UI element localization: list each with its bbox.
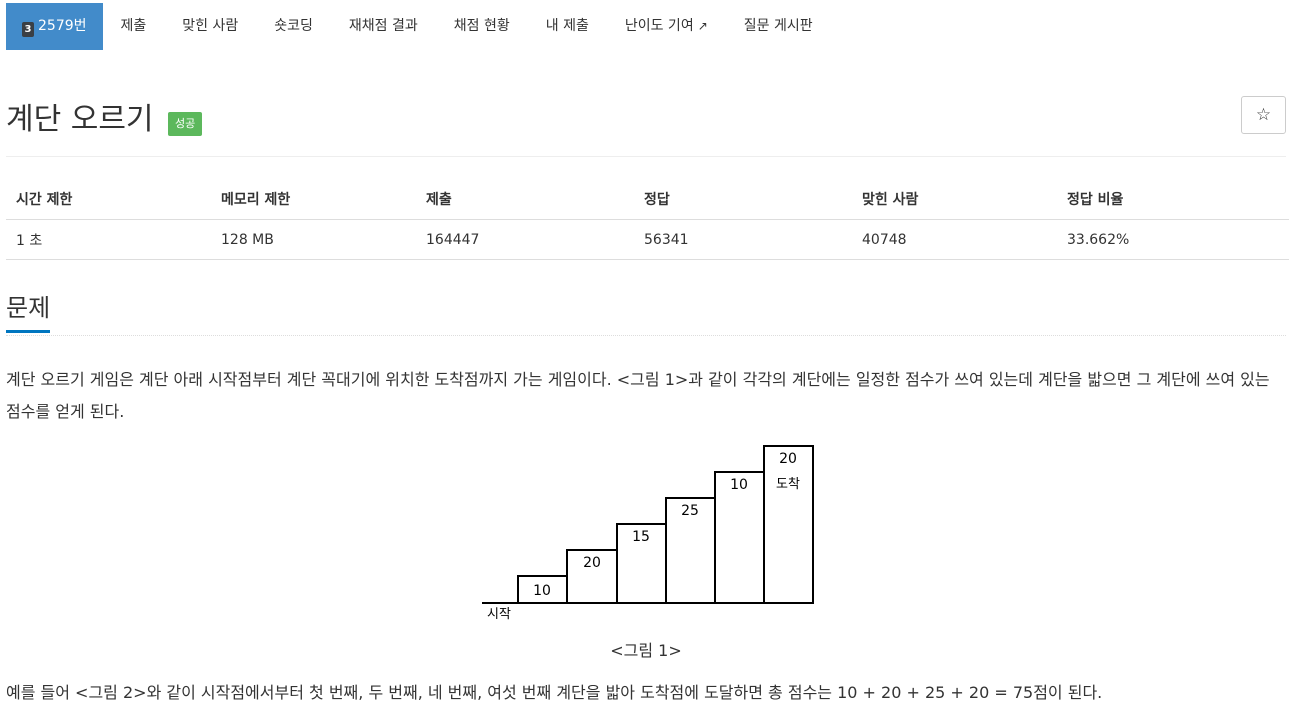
star-button[interactable]: ☆ bbox=[1241, 96, 1286, 134]
step-6 bbox=[763, 445, 814, 604]
step-5-score: 10 bbox=[730, 477, 748, 493]
end-label: 도착 bbox=[776, 477, 800, 492]
step-4-score: 25 bbox=[681, 503, 699, 519]
tab-status[interactable]: 채점 현황 bbox=[436, 3, 528, 50]
header-accepted: 정답 bbox=[634, 180, 852, 220]
problem-info-table: 시간 제한 메모리 제한 제출 정답 맞힌 사람 정답 비율 1 초 128 M… bbox=[6, 180, 1289, 260]
tab-difficulty-contribution[interactable]: 난이도 기여 ↗ bbox=[607, 3, 726, 50]
header-memory-limit: 메모리 제한 bbox=[211, 180, 416, 220]
tab-problem[interactable]: 3 2579번 bbox=[6, 3, 103, 50]
section-title: 문제 bbox=[6, 294, 51, 333]
time-limit-value: 1 초 bbox=[6, 219, 211, 260]
external-link-icon: ↗ bbox=[697, 19, 708, 33]
solved-users-value: 40748 bbox=[852, 219, 1057, 260]
tier-icon: 3 bbox=[22, 22, 34, 37]
tab-rejudge-results[interactable]: 재채점 결과 bbox=[331, 3, 436, 50]
tab-solved-users[interactable]: 맞힌 사람 bbox=[164, 3, 256, 50]
tab-short-coding[interactable]: 숏코딩 bbox=[256, 3, 331, 50]
table-header-row: 시간 제한 메모리 제한 제출 정답 맞힌 사람 정답 비율 bbox=[6, 180, 1289, 220]
step-6-score: 20 bbox=[779, 451, 797, 467]
tab-submit[interactable]: 제출 bbox=[103, 3, 165, 50]
figure-caption: <그림 1> bbox=[610, 641, 682, 660]
tab-difficulty-label: 난이도 기여 bbox=[624, 18, 694, 34]
header-time-limit: 시간 제한 bbox=[6, 180, 211, 220]
problem-title: 계단 오르기 bbox=[6, 102, 154, 137]
tab-problem-label: 2579번 bbox=[38, 18, 87, 34]
problem-description: 계단 오르기 게임은 계단 아래 시작점부터 계단 꼭대기에 위치한 도착점까지… bbox=[6, 370, 1270, 421]
problem-header: 계단 오르기 성공 ☆ bbox=[6, 92, 1286, 157]
start-label: 시작 bbox=[487, 607, 511, 622]
table-row: 1 초 128 MB 164447 56341 40748 33.662% bbox=[6, 219, 1289, 260]
section-header: 문제 bbox=[6, 289, 1286, 336]
step-1-score: 10 bbox=[533, 583, 551, 599]
problem-menu: 3 2579번 제출 맞힌 사람 숏코딩 재채점 결과 채점 현황 내 제출 난이… bbox=[6, 3, 831, 50]
status-badge: 성공 bbox=[168, 112, 203, 136]
submissions-value: 164447 bbox=[416, 219, 634, 260]
header-submissions: 제출 bbox=[416, 180, 634, 220]
problem-example: 예를 들어 <그림 2>와 같이 시작점에서부터 첫 번째, 두 번째, 네 번… bbox=[6, 683, 1103, 702]
accepted-value: 56341 bbox=[634, 219, 852, 260]
header-solved-users: 맞힌 사람 bbox=[852, 180, 1057, 220]
star-icon: ☆ bbox=[1255, 105, 1272, 125]
memory-limit-value: 128 MB bbox=[211, 219, 416, 260]
tab-my-submissions[interactable]: 내 제출 bbox=[528, 3, 607, 50]
header-accept-ratio: 정답 비율 bbox=[1057, 180, 1289, 220]
step-3-score: 15 bbox=[632, 529, 650, 545]
accept-ratio-value: 33.662% bbox=[1057, 219, 1289, 260]
staircase-figure: 10 20 15 25 10 20 도착 시작 bbox=[482, 445, 814, 622]
tab-qna-board[interactable]: 질문 게시판 bbox=[726, 3, 831, 50]
step-2-score: 20 bbox=[583, 555, 601, 571]
